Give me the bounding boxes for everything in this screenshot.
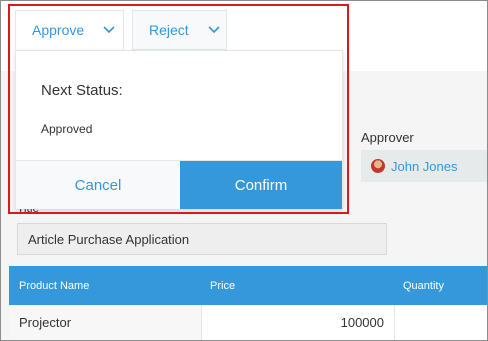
approve-label: Approve [32, 22, 85, 38]
approver-label: Approver [361, 130, 414, 145]
approver-field: John Jones [361, 150, 487, 182]
price-cell: 100000 [202, 305, 395, 340]
approve-button[interactable]: Approve [15, 10, 124, 50]
table-row: Projector 100000 [9, 305, 487, 340]
product-name-cell: Projector [9, 305, 202, 340]
next-status-heading: Next Status: [41, 82, 123, 99]
chevron-down-icon [103, 26, 115, 34]
chevron-down-icon [208, 26, 220, 34]
table-header: Product Name Price Quantity [9, 266, 487, 305]
status-popup: Next Status: Approved Cancel Confirm [15, 50, 343, 209]
reject-label: Reject [149, 22, 189, 38]
reject-button[interactable]: Reject [132, 10, 227, 50]
user-avatar [371, 159, 385, 173]
approver-name-link[interactable]: John Jones [391, 159, 458, 174]
column-header-quantity: Quantity [403, 280, 444, 292]
next-status-value: Approved [41, 122, 93, 136]
app-frame: Approver John Jones Title Article Purcha… [0, 0, 488, 341]
title-field: Article Purchase Application [17, 223, 387, 255]
confirm-button[interactable]: Confirm [180, 161, 342, 209]
column-header-product-name: Product Name [19, 280, 90, 292]
popup-button-row: Cancel Confirm [16, 160, 342, 209]
column-header-price: Price [210, 280, 236, 292]
quantity-cell [395, 305, 487, 340]
cancel-button[interactable]: Cancel [16, 161, 180, 209]
